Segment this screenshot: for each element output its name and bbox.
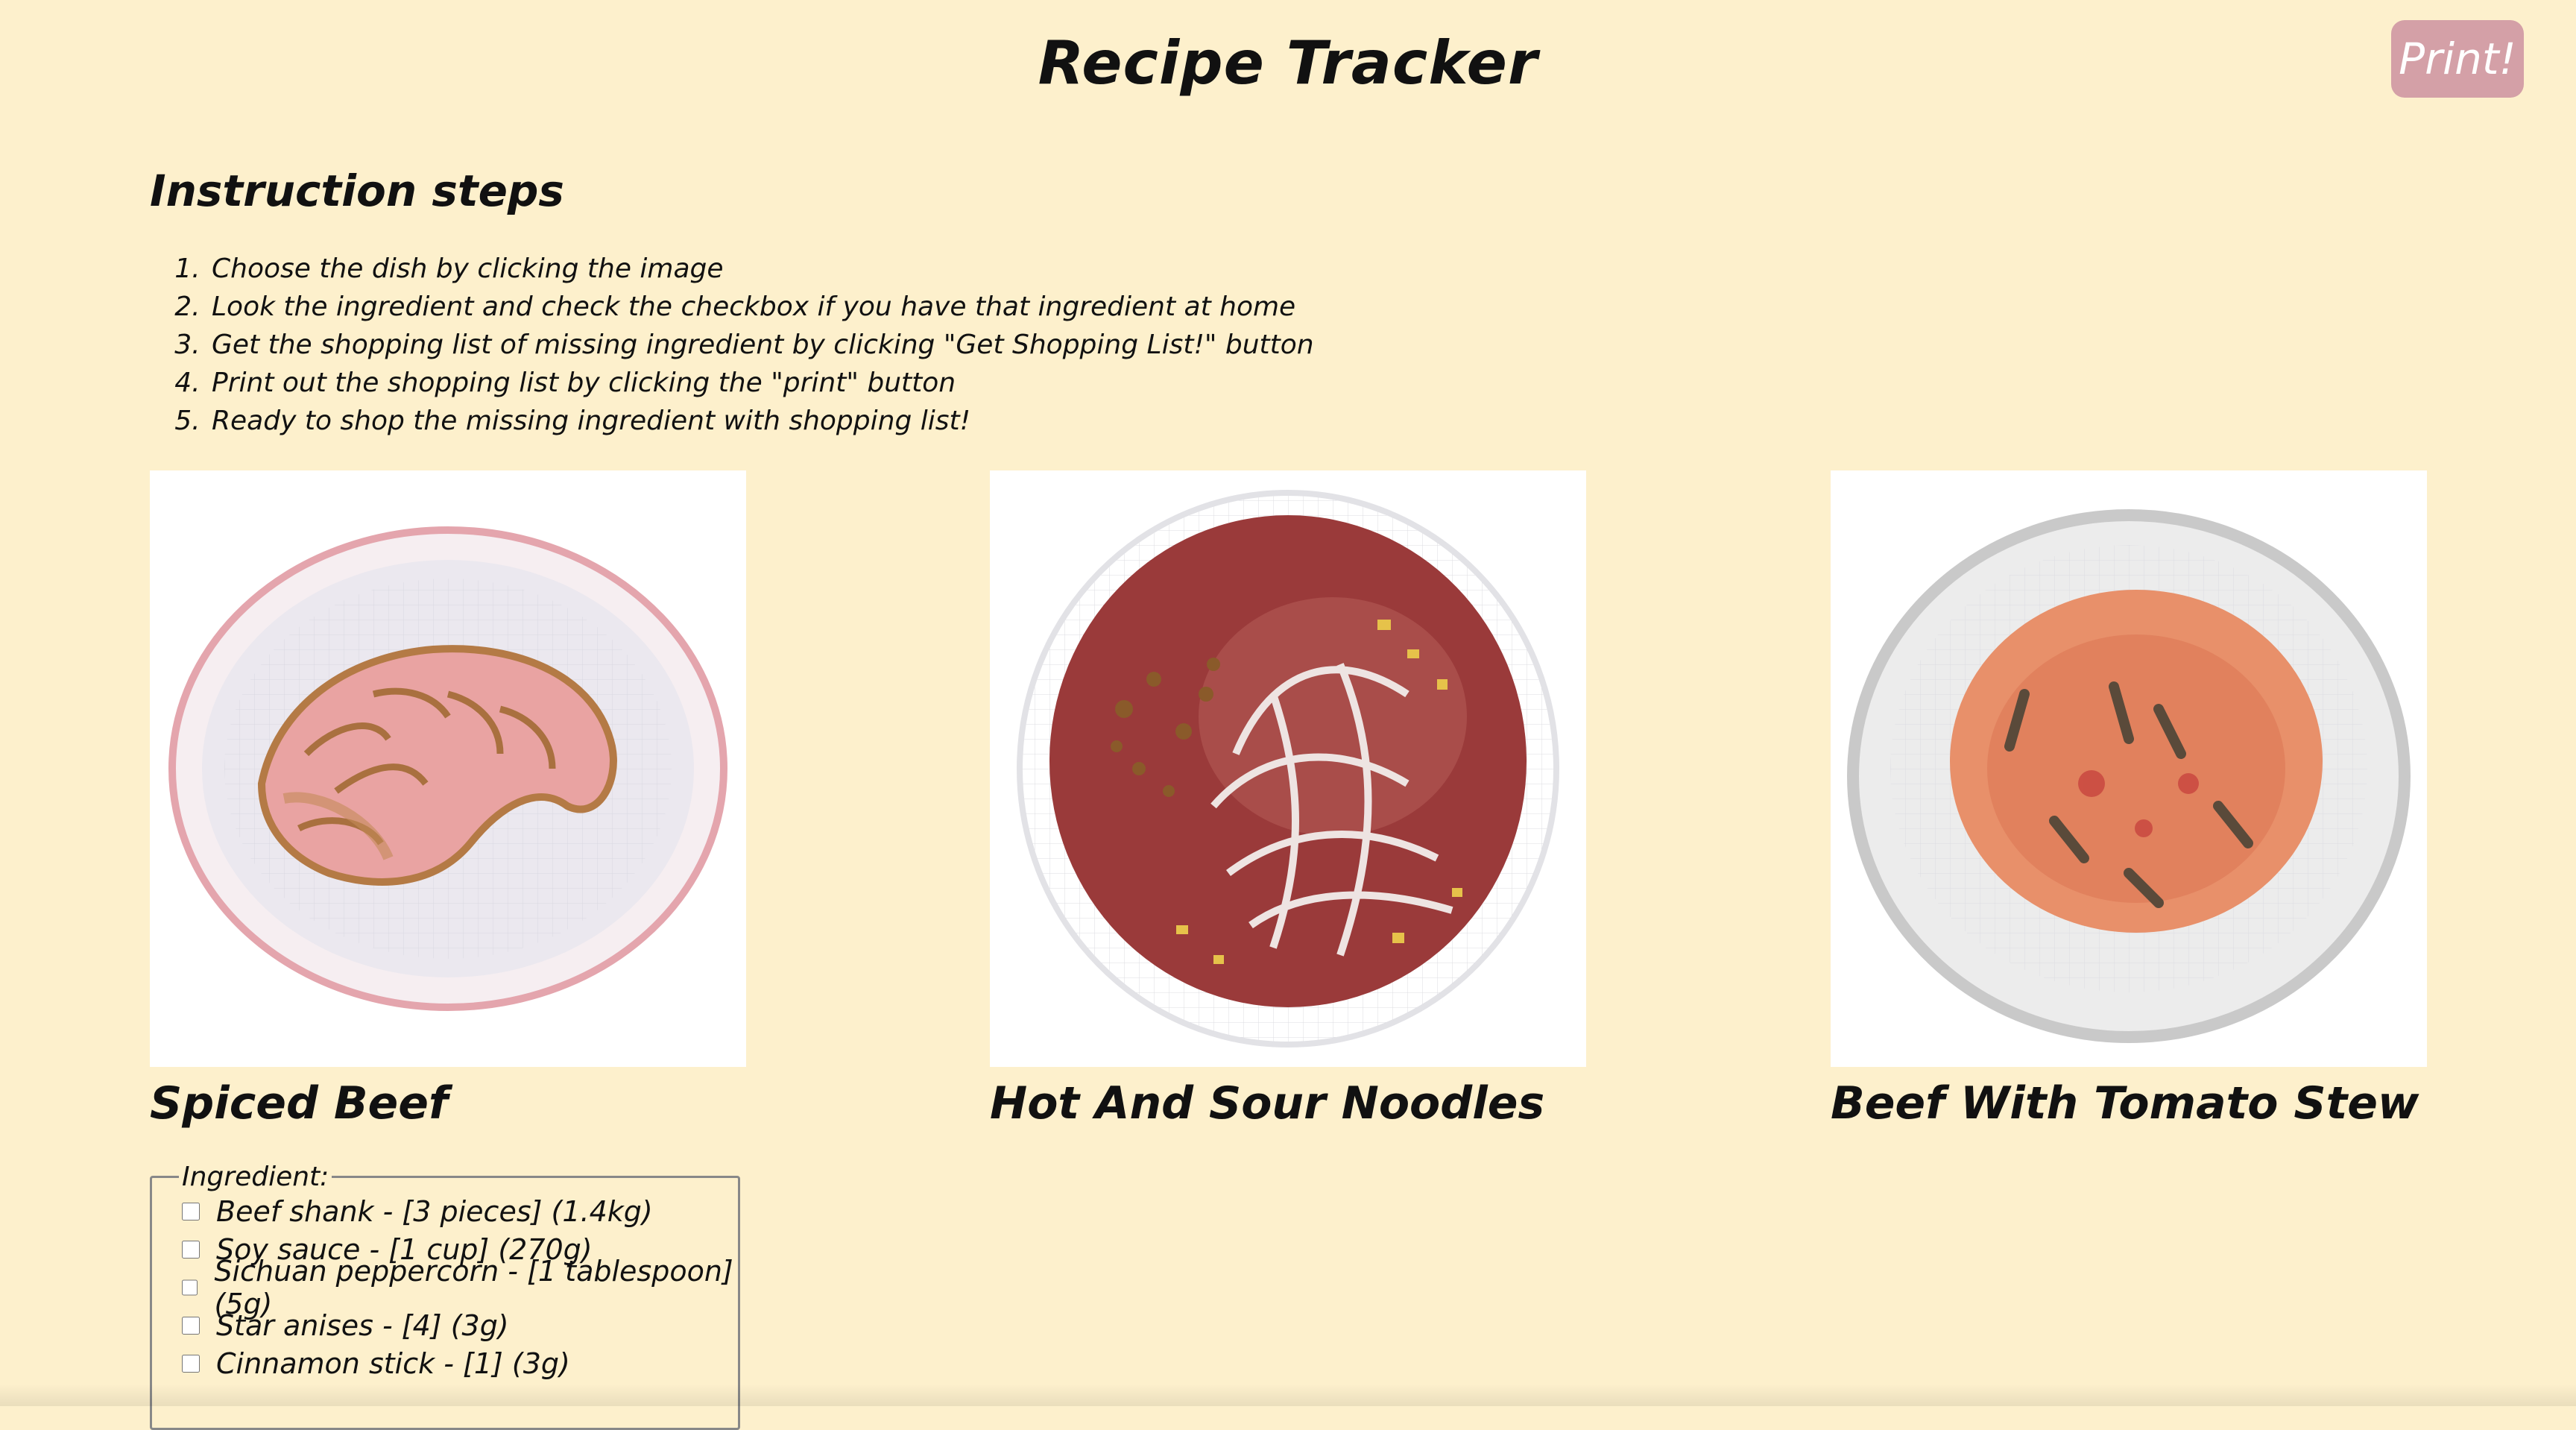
ingredient-checkbox[interactable]	[182, 1278, 198, 1297]
ingredient-checkbox[interactable]	[182, 1316, 200, 1335]
hot-and-sour-noodles-illustration	[1017, 490, 1559, 1048]
ingredient-legend: Ingredient:	[182, 1162, 329, 1192]
dish-name: Spiced Beef	[150, 1077, 449, 1130]
ingredient-checkbox[interactable]	[182, 1240, 200, 1259]
print-button[interactable]: Print!	[2391, 20, 2524, 98]
instruction-step: Look the ingredient and check the checkb…	[209, 288, 1314, 326]
dish-name: Beef With Tomato Stew	[1831, 1077, 2419, 1130]
instructions-heading: Instruction steps	[150, 166, 564, 216]
ingredient-checkbox[interactable]	[182, 1354, 200, 1373]
dish-card-spiced-beef: Spiced Beef	[150, 470, 746, 1130]
ingredient-label: Star anises - [4] (3g)	[216, 1308, 509, 1342]
page-title: Recipe Tracker	[1038, 28, 1538, 98]
beef-with-tomato-stew-image[interactable]	[1831, 470, 2427, 1067]
window-bottom-shadow	[0, 1384, 2576, 1406]
ingredient-label: Cinnamon stick - [1] (3g)	[216, 1346, 570, 1380]
instruction-step: Choose the dish by clicking the image	[209, 250, 1314, 288]
instruction-step: Get the shopping list of missing ingredi…	[209, 326, 1314, 364]
ingredient-item[interactable]: Sichuan peppercorn - [1 tablespoon] (5g)	[182, 1255, 738, 1320]
ingredient-checkbox[interactable]	[182, 1202, 200, 1220]
ingredient-item[interactable]: Beef shank - [3 pieces] (1.4kg)	[182, 1192, 738, 1230]
ingredient-label: Beef shank - [3 pieces] (1.4kg)	[216, 1194, 653, 1228]
spiced-beef-image[interactable]	[150, 470, 746, 1067]
instruction-steps-list: Choose the dish by clicking the image Lo…	[173, 250, 1314, 440]
hot-and-sour-noodles-image[interactable]	[990, 470, 1586, 1067]
spiced-beef-illustration	[168, 526, 727, 1011]
dish-name: Hot And Sour Noodles	[990, 1077, 1545, 1130]
dish-card-beef-with-tomato-stew: Beef With Tomato Stew	[1831, 470, 2427, 1130]
beef-tomato-stew-illustration	[1847, 509, 2411, 1043]
ingredient-item[interactable]: Cinnamon stick - [1] (3g)	[182, 1344, 738, 1382]
instruction-step: Ready to shop the missing ingredient wit…	[209, 402, 1314, 440]
dish-card-hot-and-sour-noodles: Hot And Sour Noodles	[990, 470, 1586, 1130]
instruction-step: Print out the shopping list by clicking …	[209, 364, 1314, 402]
